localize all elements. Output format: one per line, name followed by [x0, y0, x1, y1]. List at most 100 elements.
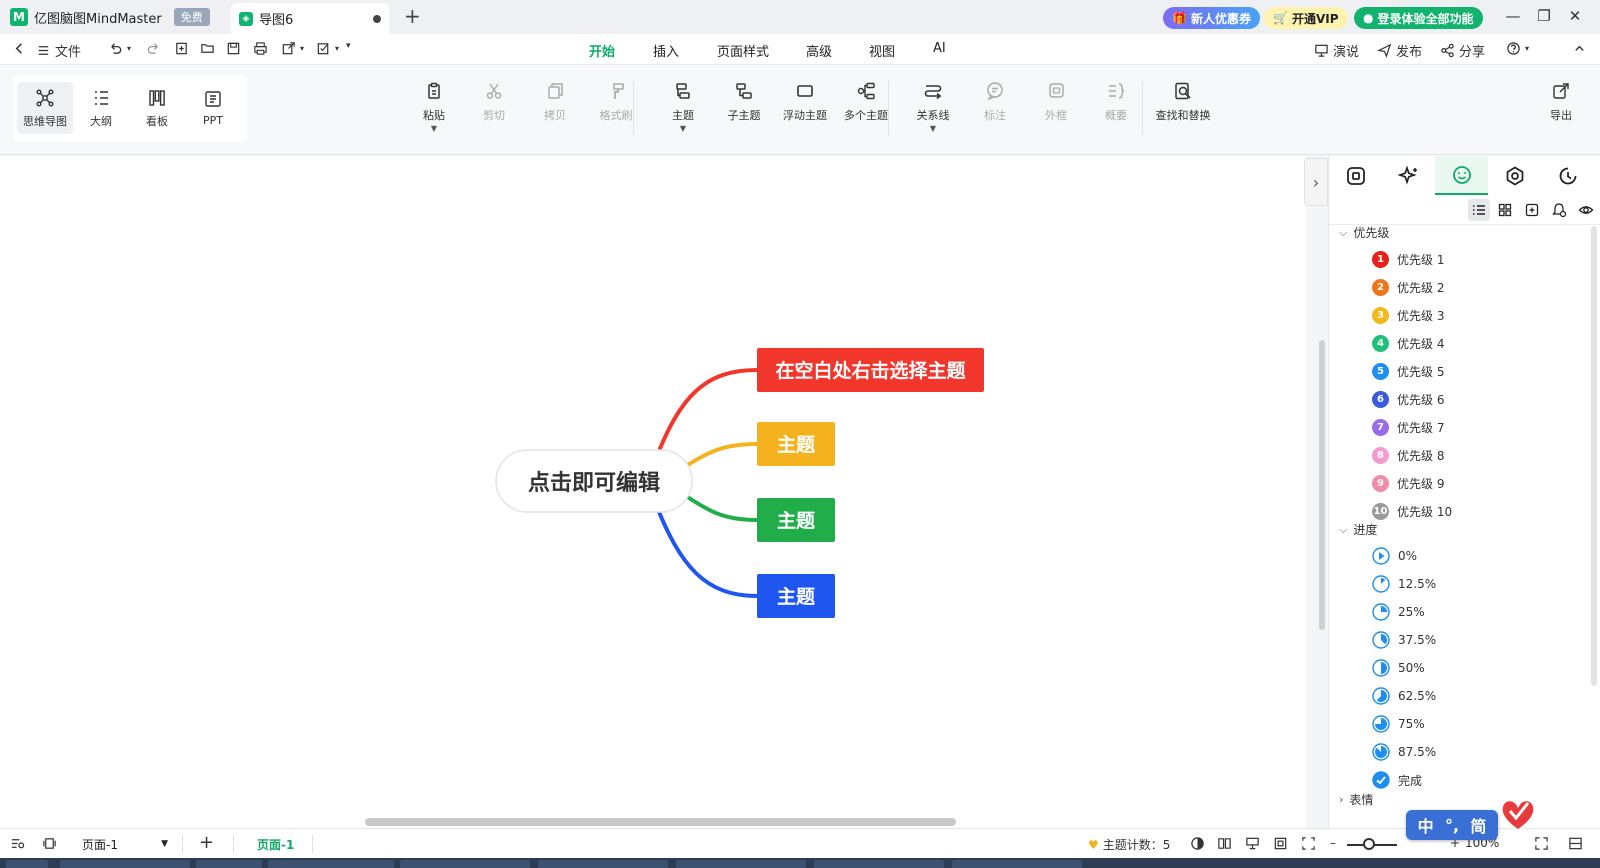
priority-marker-9[interactable]: 9 优先级 9 [1372, 475, 1444, 492]
export-button[interactable]: 导出 [1526, 81, 1596, 123]
branch-topic-1[interactable]: 在空白处右击选择主题 [757, 348, 984, 392]
ime-mode[interactable]: 中 [1418, 813, 1434, 837]
fullscreen-icon[interactable] [1534, 836, 1549, 851]
save-icon[interactable] [226, 41, 241, 56]
branch-topic-2[interactable]: 主题 [757, 422, 835, 466]
priority-marker-1[interactable]: 1 优先级 1 [1372, 251, 1444, 268]
progress-marker-6[interactable]: 75% [1372, 715, 1425, 733]
branch-topic-4[interactable]: 主题 [757, 574, 835, 618]
section-progress-header[interactable]: ⌵ 进度 [1339, 521, 1377, 538]
progress-marker-4[interactable]: 50% [1372, 659, 1425, 677]
priority-marker-5[interactable]: 5 优先级 5 [1372, 363, 1444, 380]
file-menu[interactable]: 文件 [36, 41, 81, 60]
open-folder-icon[interactable] [200, 41, 215, 56]
priority-marker-7[interactable]: 7 优先级 7 [1372, 419, 1444, 436]
visibility-eye-icon[interactable] [1575, 199, 1597, 221]
tab-view[interactable]: 视图 [869, 41, 895, 60]
page-select-dropdown[interactable]: 页面-1 ▼ [76, 833, 174, 855]
share-button[interactable]: 分享 [1440, 41, 1485, 60]
taskbar-item[interactable] [60, 860, 190, 868]
progress-marker-3[interactable]: 37.5% [1372, 631, 1436, 649]
new-file-icon[interactable] [174, 41, 189, 56]
taskbar-item[interactable] [538, 860, 668, 868]
list-view-icon[interactable] [1468, 199, 1490, 221]
undo-icon[interactable]: ▾ [108, 41, 131, 56]
login-button[interactable]: ● 登录体验全部功能 [1354, 7, 1483, 29]
tool-floating-topic-button[interactable]: 浮动主题 [770, 81, 840, 123]
section-priority-header[interactable]: ⌵ 优先级 [1339, 224, 1389, 241]
central-topic[interactable]: 点击即可编辑 [495, 449, 693, 513]
taskbar-item[interactable] [268, 860, 394, 868]
restore-icon[interactable]: ❐ [1534, 7, 1554, 25]
book-view-icon[interactable] [1217, 836, 1232, 851]
document-tab[interactable]: ◈ 导图6 [231, 3, 389, 34]
priority-marker-8[interactable]: 8 优先级 8 [1372, 447, 1444, 464]
task-check-icon[interactable]: ▾ [316, 41, 339, 56]
progress-marker-2[interactable]: 25% [1372, 603, 1425, 621]
priority-marker-3[interactable]: 3 优先级 3 [1372, 307, 1444, 324]
tool-topic-button[interactable]: 主题 ▼ [648, 81, 718, 133]
panel-toggle-icon[interactable] [1568, 836, 1583, 851]
tool-copy-button[interactable]: 拷贝 [520, 81, 590, 123]
tab-ai[interactable]: AI [933, 41, 946, 56]
taskbar-item[interactable] [676, 860, 806, 868]
minimize-icon[interactable]: — [1503, 7, 1523, 25]
tool-find-replace-button[interactable]: 查找和替换 [1139, 81, 1227, 123]
tool-relationship-button[interactable]: 关系线 ▼ [898, 81, 968, 133]
priority-marker-6[interactable]: 6 优先级 6 [1372, 391, 1444, 408]
taskbar-item[interactable] [196, 860, 262, 868]
view-ppt-button[interactable]: PPT [185, 82, 241, 134]
mindmap-canvas[interactable]: 在空白处右击选择主题 主题 主题 主题 点击即可编辑 [0, 156, 1306, 828]
tool-callout-button[interactable]: 标注 [960, 81, 1030, 123]
view-mindmap-button[interactable]: 思维导图 [17, 82, 73, 134]
panel-scrollbar[interactable] [1591, 226, 1597, 686]
page-tab-active[interactable]: 页面-1 [257, 836, 294, 853]
view-outline-button[interactable]: 大纲 [73, 82, 129, 134]
zoom-slider-handle[interactable] [1363, 838, 1375, 850]
marker-settings-icon[interactable] [1548, 199, 1570, 221]
export-quick-icon[interactable]: ▾ [281, 41, 304, 56]
section-emotion-header[interactable]: › 表情 [1339, 791, 1373, 808]
zoom-out-button[interactable]: – [1330, 836, 1336, 850]
panel-tab-style[interactable] [1329, 156, 1382, 195]
panel-tab-history[interactable] [1541, 156, 1594, 195]
fit-width-icon[interactable] [1301, 836, 1316, 851]
tool-subtopic-button[interactable]: 子主题 [709, 81, 779, 123]
taskbar-item[interactable] [6, 860, 48, 868]
help-icon[interactable]: ▾ [1506, 41, 1529, 56]
vertical-scrollbar[interactable] [1319, 340, 1325, 630]
ime-punctuation[interactable]: °, [1445, 816, 1459, 835]
taskbar-item[interactable] [400, 860, 530, 868]
app-tab[interactable]: M 亿图脑图MindMaster 免费 [10, 5, 210, 29]
theme-color-icon[interactable] [1190, 836, 1205, 851]
caret-down-icon[interactable]: ▼ [431, 125, 437, 133]
taskbar-item[interactable] [952, 860, 1082, 868]
add-page-button[interactable]: + [199, 832, 214, 853]
progress-marker-1[interactable]: 12.5% [1372, 575, 1436, 593]
unsaved-dot-icon[interactable] [373, 14, 381, 23]
tab-page-style[interactable]: 页面样式 [717, 41, 769, 60]
print-icon[interactable] [253, 41, 268, 56]
caret-down-icon[interactable]: ▼ [680, 125, 686, 133]
priority-marker-10[interactable]: 10 优先级 10 [1372, 503, 1452, 520]
progress-marker-0[interactable]: 0% [1372, 547, 1417, 565]
close-icon[interactable]: ✕ [1565, 7, 1585, 25]
tab-insert[interactable]: 插入 [653, 41, 679, 60]
caret-down-icon[interactable]: ▼ [930, 125, 936, 133]
add-marker-icon[interactable] [1521, 199, 1543, 221]
tool-cut-button[interactable]: 剪切 [459, 81, 529, 123]
tool-format-brush-button[interactable]: 格式刷 [581, 81, 651, 123]
ime-script[interactable]: 简 [1470, 813, 1486, 837]
customize-toolbar-icon[interactable]: ▾ [346, 41, 351, 51]
back-icon[interactable] [12, 41, 27, 56]
publish-button[interactable]: 发布 [1377, 41, 1422, 60]
open-vip-button[interactable]: 🛒 开通VIP [1264, 7, 1348, 29]
collapse-ribbon-icon[interactable] [1572, 41, 1587, 56]
horizontal-scrollbar[interactable] [365, 818, 956, 826]
ime-toolbar[interactable]: 中 °, 简 [1406, 810, 1498, 840]
view-kanban-button[interactable]: 看板 [129, 82, 185, 134]
progress-marker-8[interactable]: 完成 [1372, 771, 1422, 789]
present-button[interactable]: 演说 [1314, 41, 1359, 60]
panel-tab-marker[interactable] [1435, 156, 1488, 195]
page-list-icon[interactable] [10, 836, 25, 851]
